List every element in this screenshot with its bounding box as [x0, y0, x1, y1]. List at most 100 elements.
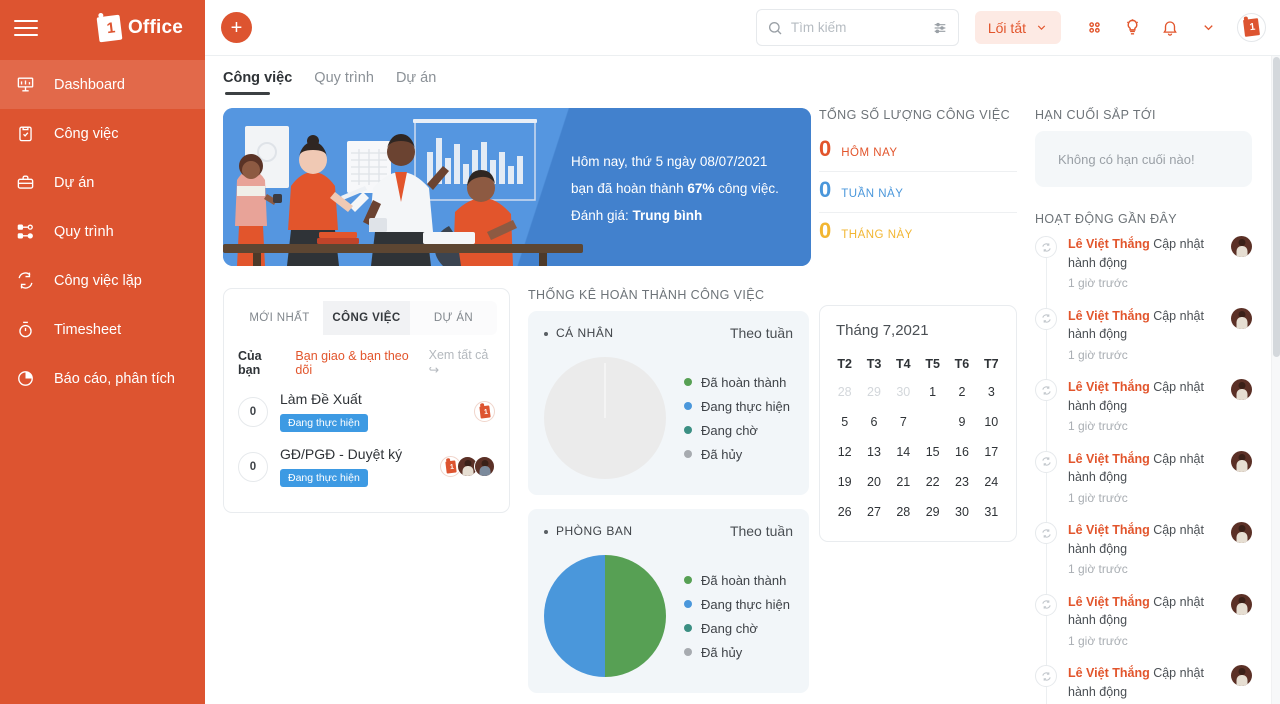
calendar-day[interactable]: 2 [947, 377, 976, 407]
pie-chart-personal [544, 357, 666, 479]
activity-time: 1 giờ trước [1068, 276, 1128, 290]
calendar-day[interactable]: 17 [977, 437, 1006, 467]
see-all-link[interactable]: Xem tất cả ↪ [429, 348, 495, 377]
sidebar-item-cong-viec-lap[interactable]: Công việc lặp [0, 256, 205, 305]
task-tab-cong-viec[interactable]: CÔNG VIỆC [323, 301, 410, 335]
sidebar-item-du-an[interactable]: Dự án [0, 158, 205, 207]
grid-apps-icon[interactable] [1075, 9, 1113, 47]
calendar-day[interactable]: 28 [830, 377, 859, 407]
tab-cong-viec[interactable]: Công việc [223, 70, 292, 95]
sidebar-item-dashboard[interactable]: Dashboard [0, 60, 205, 109]
list-item[interactable]: Lê Việt Thắng Cập nhật hành động 1 giờ t… [1035, 664, 1252, 704]
calendar-day-today[interactable]: 8 [918, 407, 947, 437]
calendar-day[interactable]: 5 [830, 407, 859, 437]
calendar-day[interactable]: 24 [977, 467, 1006, 497]
calendar-day[interactable]: 6 [859, 407, 888, 437]
chevron-down-icon[interactable] [1189, 9, 1227, 47]
task-row[interactable]: 0 Làm Đề Xuất Đang thực hiện 1 [224, 377, 509, 432]
calendar-day[interactable]: 1 [918, 377, 947, 407]
list-item[interactable]: Lê Việt Thắng Cập nhật hành động 1 giờ t… [1035, 378, 1252, 452]
calendar-weekday: T4 [896, 357, 911, 371]
total-row-week[interactable]: 0 TUẦN NÀY [819, 172, 1017, 213]
avatar [1231, 379, 1252, 400]
bell-icon[interactable] [1151, 9, 1189, 47]
calendar-day[interactable]: 30 [889, 377, 918, 407]
filter-icon[interactable] [932, 20, 948, 36]
calendar-day[interactable]: 15 [918, 437, 947, 467]
legend-item: Đã hủy [684, 645, 790, 660]
activity-user[interactable]: Lê Việt Thắng [1068, 452, 1150, 466]
calendar-day[interactable]: 13 [859, 437, 888, 467]
list-item[interactable]: Lê Việt Thắng Cập nhật hành động 1 giờ t… [1035, 307, 1252, 380]
calendar-day[interactable]: 14 [889, 437, 918, 467]
activity-title: HOẠT ĐỘNG GẦN ĐÂY [1035, 212, 1178, 226]
tab-quy-trinh[interactable]: Quy trình [314, 70, 374, 95]
brand-logo[interactable]: 1 Office [96, 14, 191, 42]
total-row-today[interactable]: 0 HÔM NAY [819, 131, 1017, 172]
total-row-month[interactable]: 0 THÁNG NÀY [819, 213, 1017, 253]
calendar-day[interactable]: 22 [918, 467, 947, 497]
banner-progress-prefix: bạn đã hoàn thành [571, 181, 688, 196]
activity-user[interactable]: Lê Việt Thắng [1068, 309, 1150, 323]
search-box[interactable] [755, 9, 959, 46]
shortcut-button[interactable]: Lối tắt [974, 11, 1061, 44]
calendar-day[interactable]: 30 [947, 497, 976, 527]
calendar-day[interactable]: 9 [947, 407, 976, 437]
total-label: HÔM NAY [841, 147, 898, 159]
list-item[interactable]: Lê Việt Thắng Cập nhật hành động 1 giờ t… [1035, 521, 1252, 595]
sidebar-item-cong-viec[interactable]: Công việc [0, 109, 205, 158]
list-item[interactable]: Lê Việt Thắng Cập nhật hành động 1 giờ t… [1035, 235, 1252, 309]
sidebar-item-timesheet[interactable]: Timesheet [0, 305, 205, 354]
calendar-day[interactable]: 7 [889, 407, 918, 437]
activity-user[interactable]: Lê Việt Thắng [1068, 237, 1150, 251]
calendar-day[interactable]: 23 [947, 467, 976, 497]
calendar-day[interactable]: 20 [859, 467, 888, 497]
app-root: 1 Office Dashboard Công việc Dự án Quy t… [0, 0, 1280, 704]
chart-title: CÁ NHÂN [544, 326, 614, 340]
activity-user[interactable]: Lê Việt Thắng [1068, 595, 1150, 609]
menu-toggle-icon[interactable] [14, 18, 40, 38]
list-item[interactable]: Lê Việt Thắng Cập nhật hành động 1 giờ t… [1035, 450, 1252, 523]
filter-assigned[interactable]: Bạn giao & bạn theo dõi [295, 349, 415, 377]
clipboard-check-icon [14, 124, 36, 143]
scrollbar-thumb[interactable] [1272, 57, 1280, 357]
calendar-day[interactable]: 12 [830, 437, 859, 467]
presentation-icon [14, 75, 36, 94]
list-item[interactable]: Lê Việt Thắng Cập nhật hành động 1 giờ t… [1035, 593, 1252, 666]
avatar [1231, 450, 1252, 472]
task-row[interactable]: 0 GĐ/PGĐ - Duyệt ký Đang thực hiện 1 [224, 432, 509, 487]
calendar-day[interactable]: 29 [859, 377, 888, 407]
task-tab-du-an[interactable]: DỰ ÁN [410, 301, 497, 335]
legend-item: Đang chờ [684, 423, 790, 438]
calendar-day[interactable]: 28 [889, 497, 918, 527]
chart-legend: Đã hoàn thành Đang thực hiện Đang chờ Đã… [684, 375, 790, 462]
pie-chart-icon [14, 369, 36, 388]
tab-du-an[interactable]: Dự án [396, 70, 436, 95]
activity-user[interactable]: Lê Việt Thắng [1068, 380, 1150, 394]
search-input[interactable] [790, 20, 924, 35]
calendar-day[interactable]: 16 [947, 437, 976, 467]
main-area: + Lối tắt [205, 0, 1280, 704]
calendar-day[interactable]: 3 [977, 377, 1006, 407]
calendar-day[interactable]: 19 [830, 467, 859, 497]
calendar-day[interactable]: 29 [918, 497, 947, 527]
calendar-day[interactable]: 27 [859, 497, 888, 527]
calendar-day[interactable]: 26 [830, 497, 859, 527]
sidebar-item-bao-cao[interactable]: Báo cáo, phân tích [0, 354, 205, 403]
filter-mine[interactable]: Của bạn [238, 349, 282, 377]
calendar-day[interactable]: 21 [889, 467, 918, 497]
activity-user[interactable]: Lê Việt Thắng [1068, 666, 1150, 680]
task-tab-moi-nhat[interactable]: MỚI NHẤT [236, 301, 323, 335]
sidebar-item-label: Công việc lặp [54, 272, 142, 289]
user-avatar-icon[interactable]: 1 [1237, 13, 1266, 42]
total-label: TUẦN NÀY [841, 188, 904, 200]
calendar-weekday: T5 [925, 357, 940, 371]
column-middle: TỔNG SỐ LƯỢNG CÔNG VIỆC 0 HÔM NAY 0 TUẦN… [809, 95, 1027, 704]
calendar-day[interactable]: 10 [977, 407, 1006, 437]
add-button[interactable]: + [221, 12, 252, 43]
calendar-day[interactable]: 31 [977, 497, 1006, 527]
activity-user[interactable]: Lê Việt Thắng [1068, 523, 1150, 537]
sidebar-item-quy-trinh[interactable]: Quy trình [0, 207, 205, 256]
page-scrollbar[interactable] [1271, 56, 1280, 704]
lightbulb-icon[interactable] [1113, 9, 1151, 47]
